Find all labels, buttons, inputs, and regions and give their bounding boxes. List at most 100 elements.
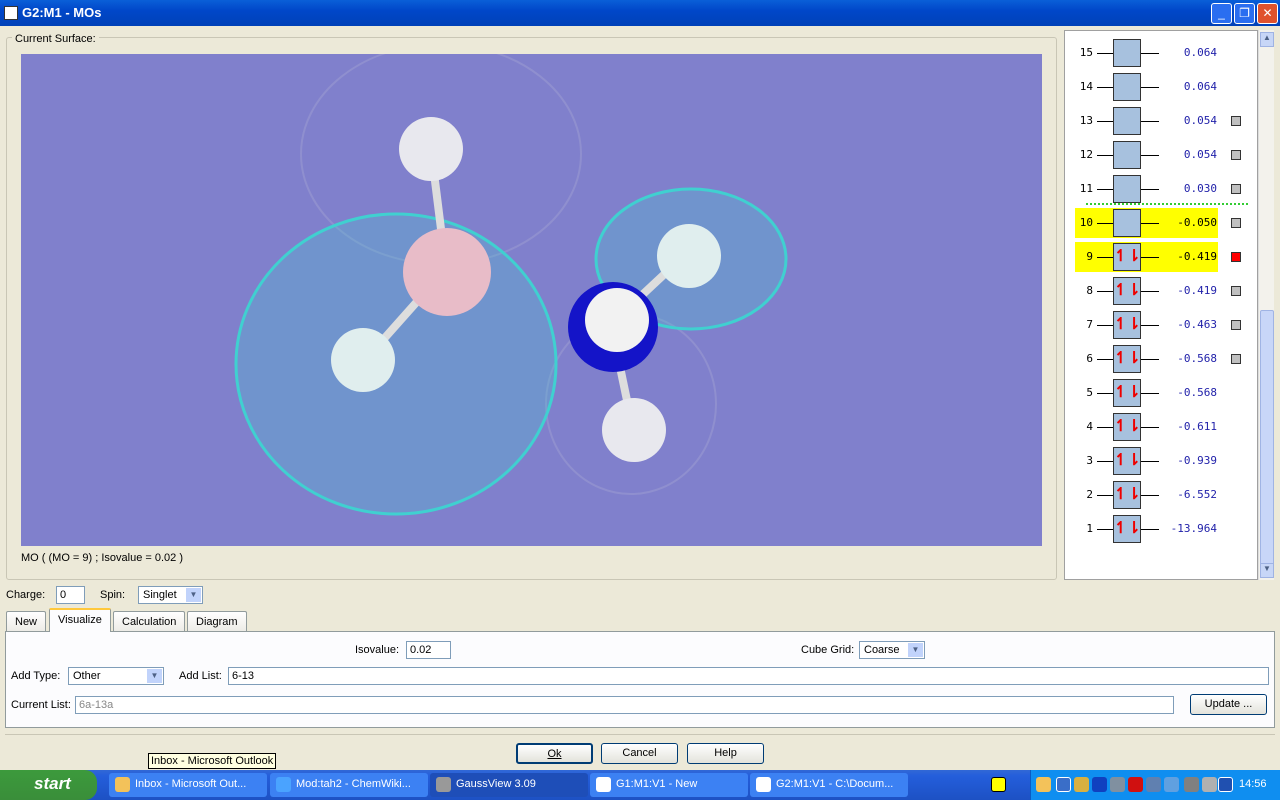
mo-number: 2 [1086,488,1093,501]
mo-energy: -0.419 [1177,250,1217,263]
orbital-box[interactable] [1113,107,1141,135]
mo-level-row[interactable]: 10 -0.050 [1065,208,1259,238]
orbital-box[interactable] [1113,175,1141,203]
monitor-icon[interactable] [1218,777,1233,792]
orbital-box[interactable]: ↿⇂ [1113,345,1141,373]
charge-input[interactable] [56,586,85,604]
help-icon[interactable] [991,777,1006,792]
mo-level-row[interactable]: 14 0.064 [1065,72,1259,102]
orbital-box[interactable]: ↿⇂ [1113,243,1141,271]
isovalue-label: Isovalue: [355,644,400,656]
surface-checkbox[interactable] [1231,252,1241,262]
surface-checkbox[interactable] [1231,354,1241,364]
surface-checkbox[interactable] [1231,320,1241,330]
mo-level-row[interactable]: 11 0.030 [1065,174,1259,204]
surface-checkbox[interactable] [1231,184,1241,194]
blocked-icon[interactable] [1184,777,1199,792]
current-list-field [75,696,1174,714]
antivirus-icon[interactable] [1128,777,1143,792]
electron-pair-icon: ↿⇂ [1114,384,1141,401]
scroll-up-button[interactable]: ▲ [1260,32,1274,47]
surface-checkbox[interactable] [1231,150,1241,160]
scroll-thumb[interactable] [1260,310,1274,565]
tab-diagram[interactable]: Diagram [187,611,247,632]
orbital-box[interactable]: ↿⇂ [1113,447,1141,475]
electron-pair-icon: ↿⇂ [1114,418,1141,435]
minimize-button[interactable]: _ [1211,3,1232,24]
spin-select[interactable]: Singlet ▼ [138,586,203,604]
cube-grid-value: Coarse [864,644,900,656]
orbital-box[interactable] [1113,141,1141,169]
help-button[interactable]: Help [687,743,764,764]
task-chemwiki[interactable]: Mod:tah2 - ChemWiki... [270,773,428,797]
bluetooth-icon[interactable] [1092,777,1107,792]
cube-grid-select[interactable]: Coarse ▼ [859,641,925,659]
outlook-tray-icon[interactable] [1036,777,1051,792]
mo-level-row[interactable]: 6 ↿⇂ -0.568 [1065,344,1259,374]
orbital-box[interactable]: ↿⇂ [1113,379,1141,407]
mo-level-row[interactable]: 2 ↿⇂ -6.552 [1065,480,1259,510]
hydrogen-atom [602,398,666,462]
mo-level-row[interactable]: 8 ↿⇂ -0.419 [1065,276,1259,306]
mo-energy: -0.050 [1177,216,1217,229]
orbital-box[interactable]: ↿⇂ [1113,515,1141,543]
spin-value: Singlet [143,589,177,601]
task-gaussview[interactable]: GaussView 3.09 [430,773,588,797]
update-button[interactable]: Update ... [1190,694,1267,715]
orbital-box[interactable] [1113,209,1141,237]
mo-level-row[interactable]: 3 ↿⇂ -0.939 [1065,446,1259,476]
orbital-box[interactable]: ↿⇂ [1113,277,1141,305]
add-type-select[interactable]: Other ▼ [68,667,164,685]
tab-new[interactable]: New [6,611,47,632]
isovalue-input[interactable] [406,641,451,659]
task-g1[interactable]: G1:M1:V1 - New [590,773,748,797]
mo-level-row[interactable]: 12 0.054 [1065,140,1259,170]
shield-icon[interactable] [1074,777,1089,792]
ok-button[interactable]: Ok [516,743,593,764]
vpn-icon[interactable] [1056,777,1071,792]
orbital-box[interactable] [1113,39,1141,67]
electron-pair-icon: ↿⇂ [1114,350,1141,367]
window-title: G2:M1 - MOs [22,5,102,20]
mo-level-list[interactable]: 15 0.064 14 0.064 13 0.054 12 0.054 11 0.030 10 -0.… [1064,30,1258,580]
scroll-down-button[interactable]: ▼ [1260,563,1274,578]
cancel-button[interactable]: Cancel [601,743,678,764]
mo-number: 13 [1079,114,1093,127]
surface-checkbox[interactable] [1231,218,1241,228]
mo-level-row[interactable]: 7 ↿⇂ -0.463 [1065,310,1259,340]
security-icon[interactable] [1202,777,1217,792]
mo-level-row[interactable]: 15 0.064 [1065,38,1259,68]
mo-number: 8 [1086,284,1093,297]
tab-visualize[interactable]: Visualize [49,608,111,632]
satellite-icon[interactable] [1110,777,1125,792]
start-button[interactable]: start [0,770,97,800]
molecule-viewport[interactable] [21,43,1042,546]
chevron-down-icon: ▼ [147,669,162,683]
surface-checkbox[interactable] [1231,116,1241,126]
mo-level-row[interactable]: 9 ↿⇂ -0.419 [1065,242,1259,272]
tab-calculation[interactable]: Calculation [113,611,186,632]
orbital-box[interactable]: ↿⇂ [1113,413,1141,441]
maximize-button[interactable]: ❐ [1234,3,1255,24]
tooltip: Inbox - Microsoft Outlook [148,753,277,769]
mo-energy: -13.964 [1170,522,1217,535]
mo-level-row[interactable]: 4 ↿⇂ -0.611 [1065,412,1259,442]
close-button[interactable]: ✕ [1257,3,1278,24]
add-list-input[interactable] [228,667,1269,685]
orbital-box[interactable]: ↿⇂ [1113,311,1141,339]
wireless-icon[interactable] [1164,777,1179,792]
orbital-box[interactable] [1113,73,1141,101]
current-list-label: Current List: [11,699,71,711]
mo-level-row[interactable]: 1 ↿⇂ -13.964 [1065,514,1259,544]
network-disconnected-icon[interactable] [1146,777,1161,792]
task-label: G2:M1:V1 - C:\Docum... [776,778,894,790]
boron-atom [403,228,491,316]
mo-level-row[interactable]: 13 0.054 [1065,106,1259,136]
task-g2[interactable]: G2:M1:V1 - C:\Docum... [750,773,908,797]
surface-checkbox[interactable] [1231,286,1241,296]
orbital-box[interactable]: ↿⇂ [1113,481,1141,509]
hydrogen-atom [399,117,463,181]
mo-level-row[interactable]: 5 ↿⇂ -0.568 [1065,378,1259,408]
mo-list-scrollbar[interactable]: ▲ ▼ [1258,30,1274,580]
task-outlook[interactable]: Inbox - Microsoft Out... [109,773,267,797]
